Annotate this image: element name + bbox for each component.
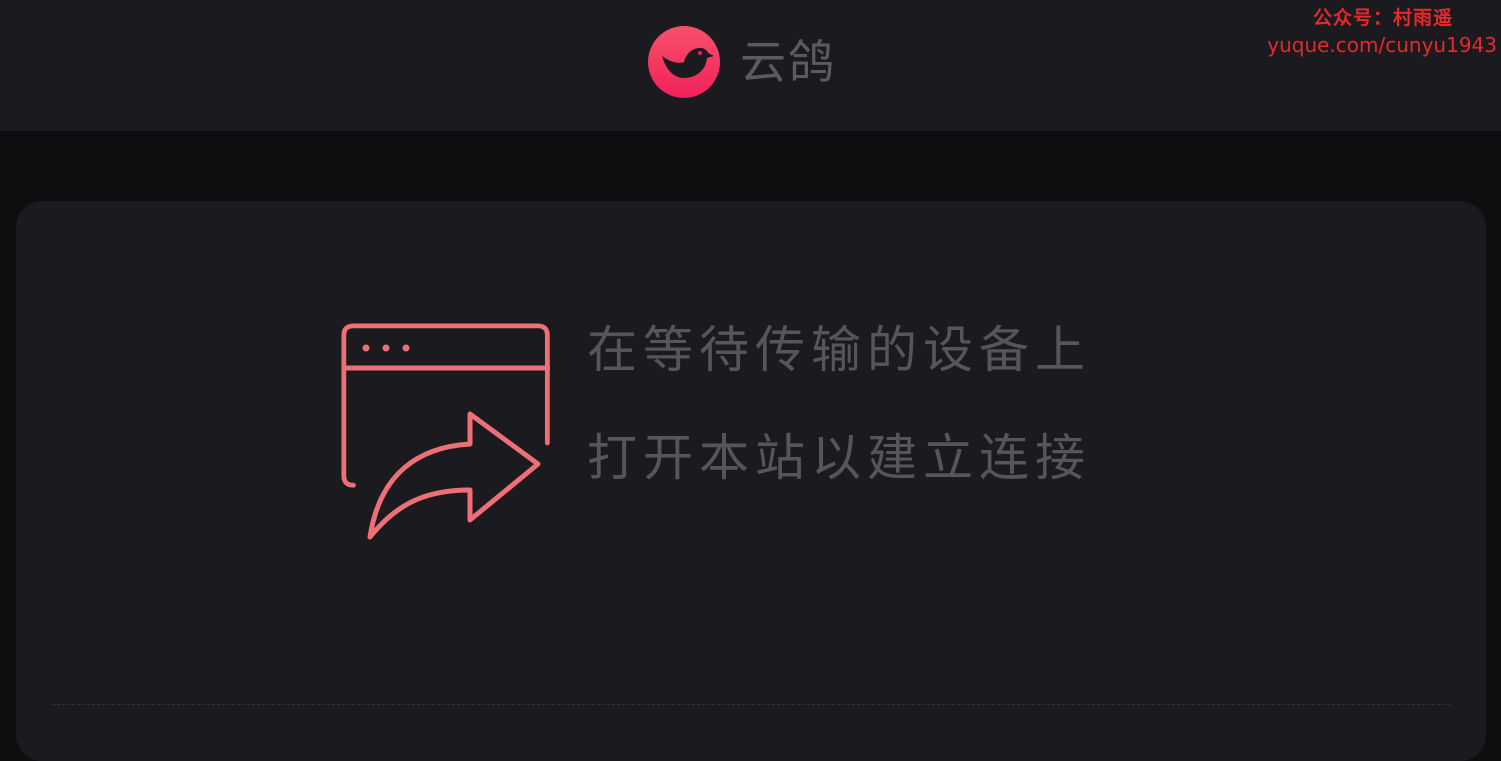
brand[interactable]: 云鸽 [648,25,836,99]
message-line-2: 打开本站以建立连接 [587,429,1091,487]
connection-message: 在等待传输的设备上 打开本站以建立连接 [587,325,1091,541]
top-header: 云鸽 公众号：村雨遥 yuque.com/cunyu1943 [0,0,1501,131]
watermark-account: 公众号：村雨遥 [1312,7,1453,29]
pigeon-logo-icon [648,26,720,98]
browser-share-icon [341,323,550,540]
message-line-1: 在等待传输的设备上 [587,321,1091,379]
watermark-url: yuque.com/cunyu1943 [1267,32,1497,57]
app-name: 云鸽 [740,35,836,89]
divider [52,704,1450,705]
watermark: 公众号：村雨遥 yuque.com/cunyu1943 [1267,6,1497,59]
